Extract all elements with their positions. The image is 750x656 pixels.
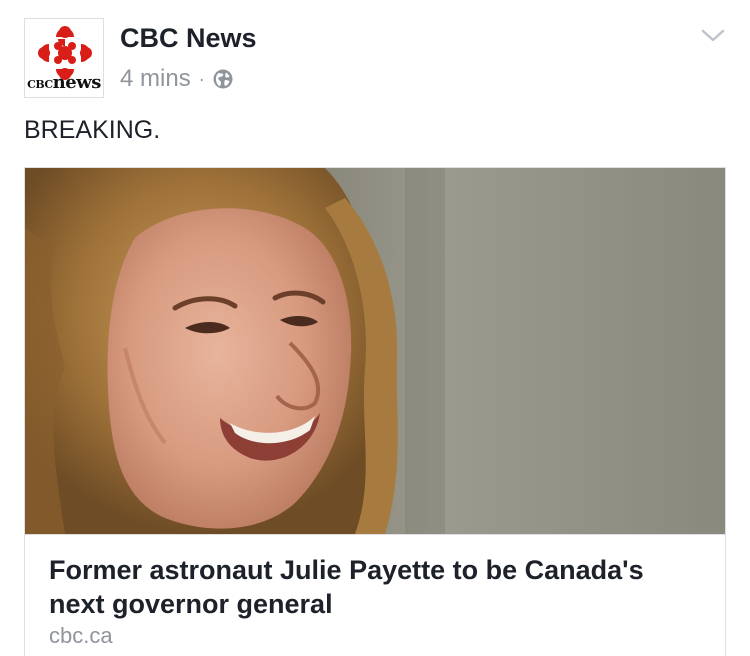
link-preview-body[interactable]: Former astronaut Julie Payette to be Can… xyxy=(25,534,725,656)
post-meta: 4 mins · xyxy=(120,64,233,94)
link-preview-image[interactable] xyxy=(25,168,725,534)
meta-separator: · xyxy=(198,69,205,89)
chevron-down-icon[interactable] xyxy=(700,26,726,46)
page-name-link[interactable]: CBC News xyxy=(120,20,257,56)
wordmark-news: news xyxy=(52,72,102,93)
post-header: CBCnews CBC News 4 mins · xyxy=(24,18,726,98)
cbc-news-wordmark: CBCnews xyxy=(25,72,103,93)
portrait-photo xyxy=(25,168,725,534)
post-message: BREAKING. xyxy=(24,116,161,144)
wordmark-cbc: CBC xyxy=(27,78,53,91)
post-timestamp[interactable]: 4 mins xyxy=(120,64,191,94)
feed-post: CBCnews CBC News 4 mins · BREAKING. Form… xyxy=(0,0,750,656)
link-preview-card[interactable]: Former astronaut Julie Payette to be Can… xyxy=(24,167,726,656)
globe-icon[interactable] xyxy=(213,69,233,89)
page-avatar[interactable]: CBCnews xyxy=(24,18,104,98)
link-domain: cbc.ca xyxy=(49,623,113,648)
link-title[interactable]: Former astronaut Julie Payette to be Can… xyxy=(49,553,699,621)
